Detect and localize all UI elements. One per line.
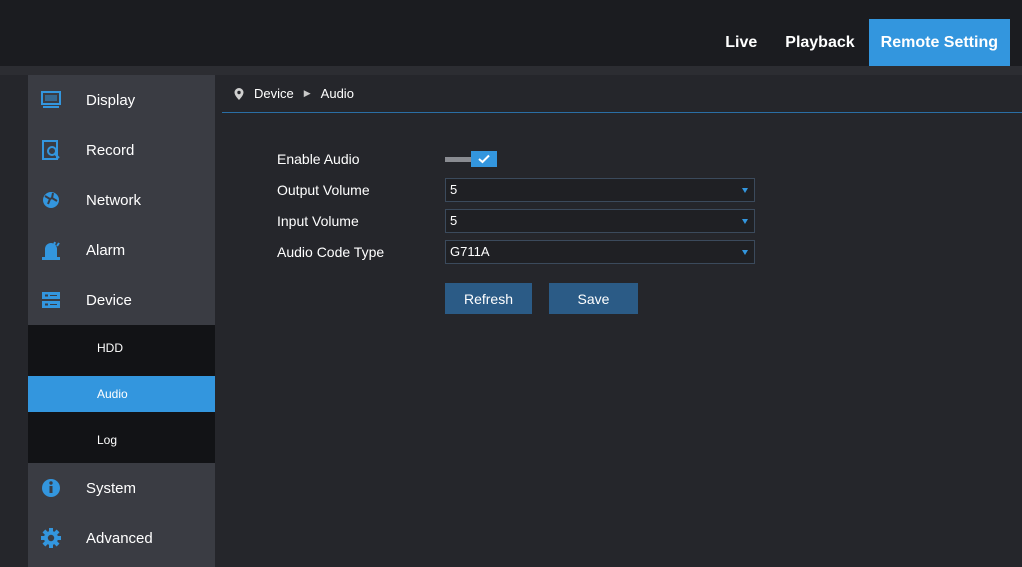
sidebar-item-alarm[interactable]: Alarm <box>28 225 215 275</box>
sidebar-item-advanced[interactable]: Advanced <box>28 513 215 563</box>
sidebar-item-label: Advanced <box>86 529 153 547</box>
sidebar-item-display[interactable]: Display <box>28 75 215 125</box>
dropdown-arrow-icon <box>742 188 748 193</box>
record-search-icon <box>40 139 62 161</box>
audio-settings-form: Enable Audio Output Volume 5 Input Volum… <box>277 143 755 314</box>
audio-code-type-row: Audio Code Type G711A <box>277 236 755 267</box>
output-volume-select[interactable]: 5 <box>445 177 755 202</box>
input-volume-label: Input Volume <box>277 212 359 229</box>
enable-audio-row: Enable Audio <box>277 143 755 174</box>
chevron-right-icon: ▶ <box>303 88 311 98</box>
sidebar-subitem-hdd[interactable]: HDD <box>28 325 215 371</box>
monitor-icon <box>40 89 62 111</box>
input-volume-value: 5 <box>450 213 458 228</box>
info-icon <box>40 477 62 499</box>
output-volume-row: Output Volume 5 <box>277 174 755 205</box>
dropdown-arrow-icon <box>742 250 748 255</box>
check-icon <box>471 150 497 167</box>
audio-code-type-select[interactable]: G711A <box>445 239 755 264</box>
enable-audio-label: Enable Audio <box>277 150 360 167</box>
nav-playback[interactable]: Playback <box>771 19 868 66</box>
sidebar-item-label: System <box>86 479 137 497</box>
sidebar-item-label: Network <box>86 191 142 209</box>
sidebar-item-label: Display <box>86 91 136 109</box>
breadcrumb-section[interactable]: Device <box>254 86 294 101</box>
audio-code-type-label: Audio Code Type <box>277 243 385 260</box>
device-submenu: HDD Audio Log <box>28 325 215 463</box>
save-button[interactable]: Save <box>549 283 638 314</box>
sidebar-subitem-audio[interactable]: Audio <box>28 376 215 412</box>
device-storage-icon <box>40 289 62 311</box>
nav-remote-setting[interactable]: Remote Setting <box>868 19 1010 66</box>
header-divider <box>0 66 1022 75</box>
breadcrumb: Device ▶ Audio <box>222 75 1022 113</box>
main-content: Device ▶ Audio Enable Audio Output Volum… <box>222 75 1022 567</box>
top-navigation: Live Playback Remote Setting <box>711 19 1010 66</box>
sidebar-item-device[interactable]: Device <box>28 275 215 325</box>
sidebar-item-record[interactable]: Record <box>28 125 215 175</box>
sidebar-item-label: Alarm <box>86 241 126 259</box>
sidebar-item-system[interactable]: System <box>28 463 215 513</box>
alarm-siren-icon <box>40 239 62 261</box>
dropdown-arrow-icon <box>742 219 748 224</box>
network-globe-icon <box>40 189 62 211</box>
output-volume-label: Output Volume <box>277 181 370 198</box>
location-pin-icon <box>234 87 244 100</box>
nav-live[interactable]: Live <box>711 19 771 66</box>
sidebar-item-network[interactable]: Network <box>28 175 215 225</box>
action-buttons: Refresh Save <box>445 283 755 314</box>
output-volume-value: 5 <box>450 182 458 197</box>
sidebar-item-label: Record <box>86 141 135 159</box>
sidebar: Display Record Network Alarm Device HDD … <box>28 75 215 567</box>
input-volume-select[interactable]: 5 <box>445 208 755 233</box>
sidebar-item-label: Device <box>86 291 132 309</box>
input-volume-row: Input Volume 5 <box>277 205 755 236</box>
gear-icon <box>40 527 62 549</box>
refresh-button[interactable]: Refresh <box>445 283 532 314</box>
enable-audio-toggle[interactable] <box>445 150 497 167</box>
breadcrumb-page: Audio <box>320 86 354 101</box>
sidebar-subitem-log[interactable]: Log <box>28 417 215 463</box>
top-bar: Live Playback Remote Setting <box>0 0 1022 66</box>
audio-code-type-value: G711A <box>450 244 490 259</box>
